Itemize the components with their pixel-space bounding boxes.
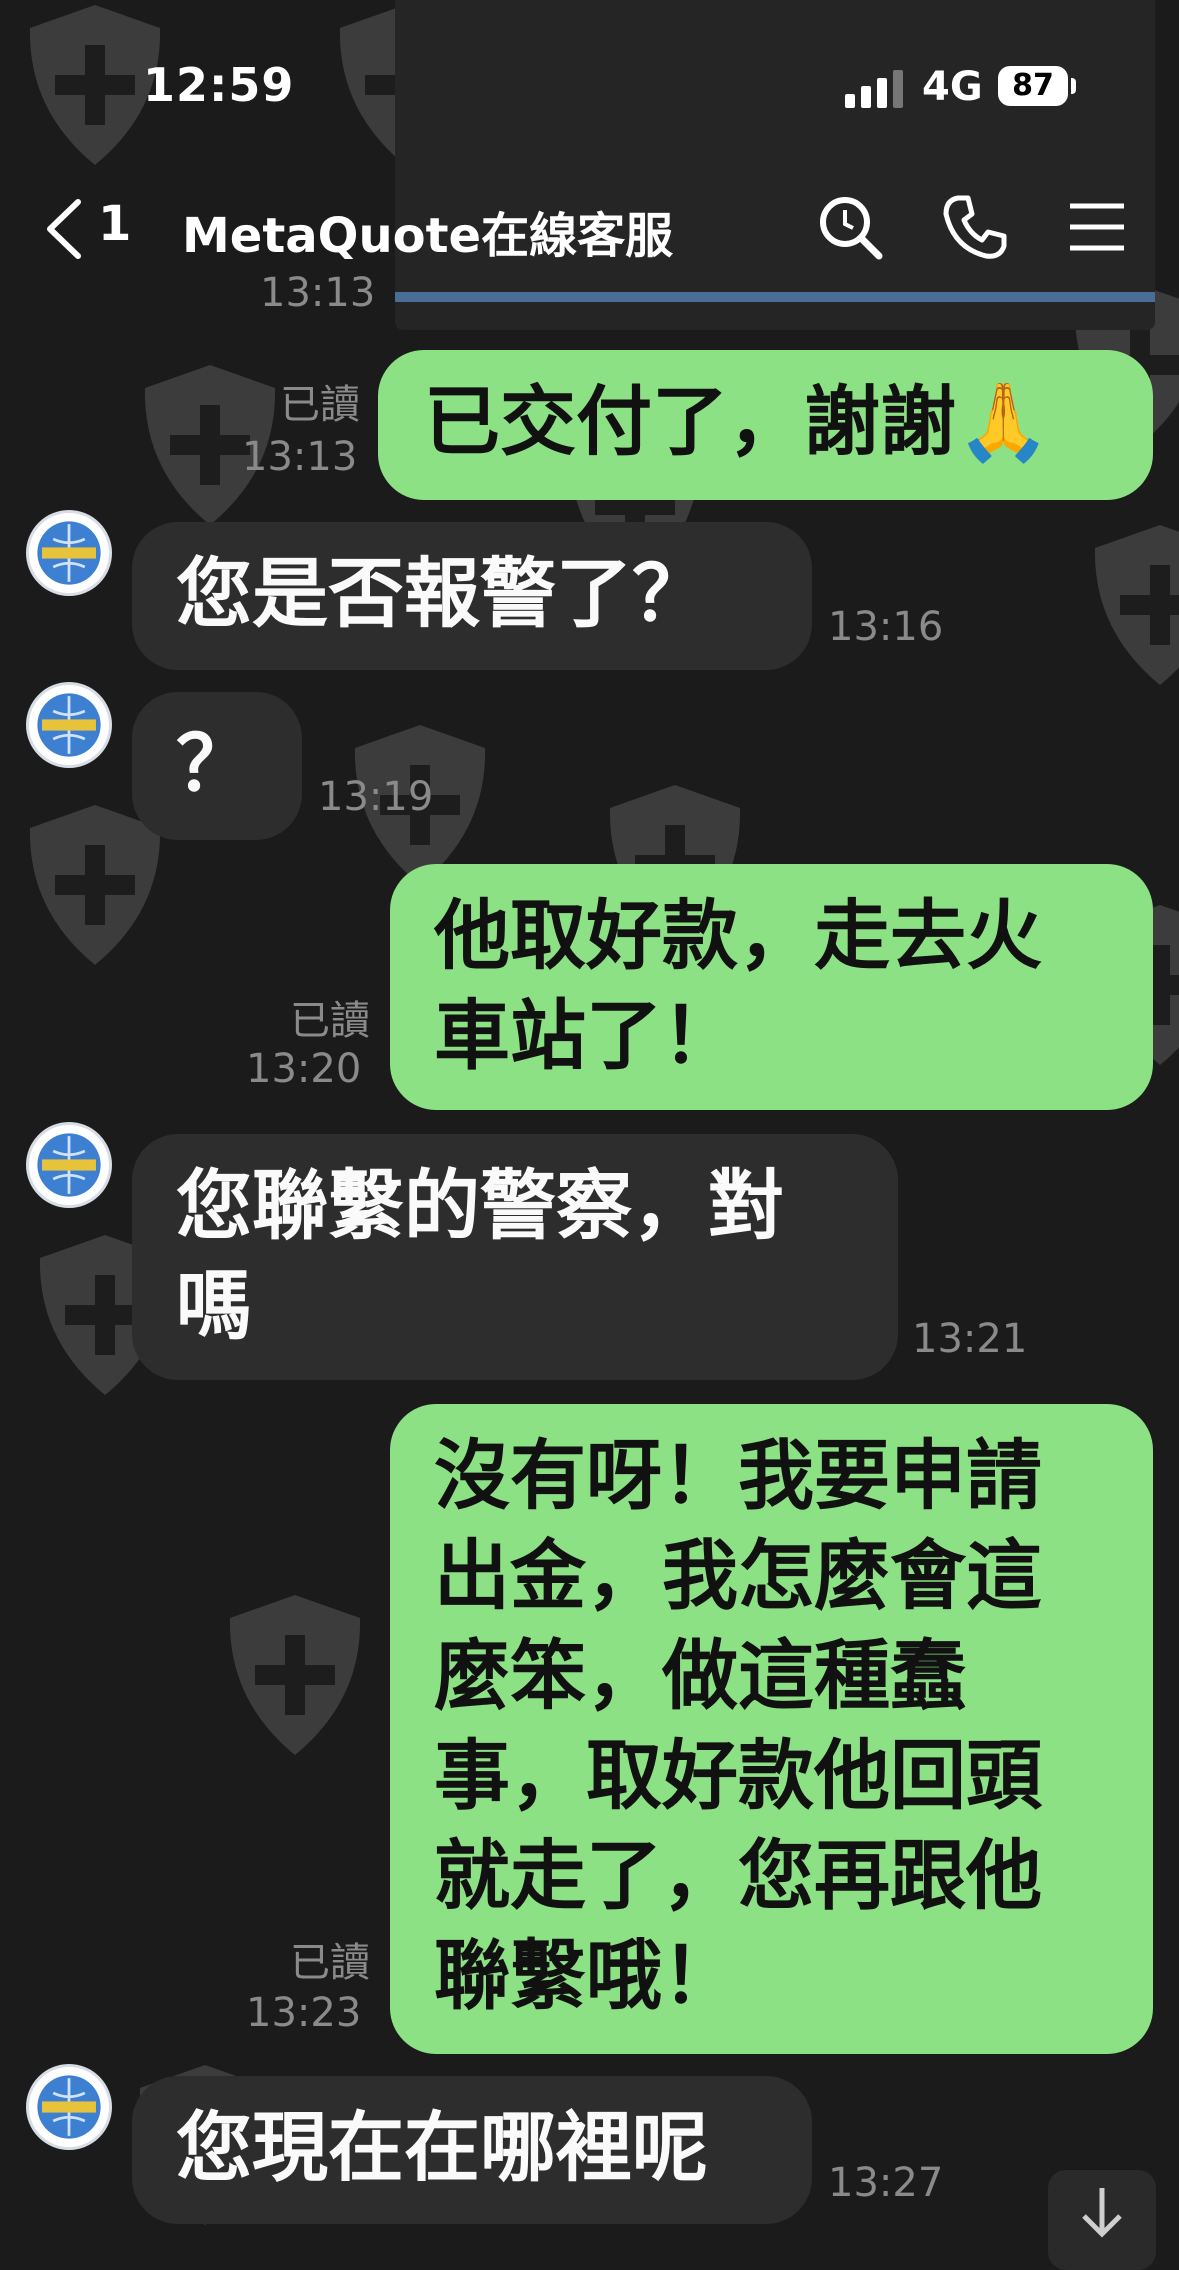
avatar[interactable] [26, 510, 112, 596]
message-time: 13:21 [912, 1316, 1028, 1362]
read-receipt: 已讀 [290, 1940, 370, 1986]
outgoing-message[interactable]: 他取好款，走去火車站了！ [390, 864, 1153, 1110]
read-receipt: 已讀 [290, 998, 370, 1044]
menu-icon[interactable] [1062, 192, 1132, 262]
read-receipt: 已讀 [280, 382, 360, 428]
previous-message-time: 13:13 [260, 270, 376, 316]
previous-image-edge [395, 292, 1155, 302]
battery-icon: 87 [998, 66, 1068, 106]
battery-tip [1071, 78, 1076, 94]
watermark-shield-icon [229, 1595, 361, 1755]
signal-icon [845, 68, 905, 108]
outgoing-message[interactable]: 已交付了，謝謝🙏 [378, 350, 1153, 500]
incoming-message[interactable]: 您現在在哪裡呢 [132, 2076, 812, 2224]
search-icon[interactable] [815, 192, 885, 262]
previous-image-message[interactable] [395, 0, 1155, 330]
incoming-message[interactable]: 您是否報警了？ [132, 522, 812, 670]
incoming-message[interactable]: ？ [132, 692, 302, 840]
back-chevron-icon[interactable] [40, 194, 90, 264]
chat-title: MetaQuote在線客服 [182, 208, 674, 264]
scroll-to-bottom-button[interactable] [1048, 2170, 1156, 2270]
message-time: 13:13 [242, 434, 358, 480]
watermark-shield-icon [1094, 525, 1179, 685]
message-time: 13:16 [828, 604, 944, 650]
message-time: 13:19 [318, 774, 434, 820]
message-time: 13:23 [246, 1990, 362, 2036]
network-type: 4G [922, 64, 983, 110]
avatar[interactable] [26, 2064, 112, 2150]
message-time: 13:27 [828, 2160, 944, 2206]
incoming-message[interactable]: 您聯繫的警察，對嗎 [132, 1134, 898, 1380]
back-unread-count[interactable]: 1 [98, 196, 131, 252]
message-time: 13:20 [246, 1046, 362, 1092]
status-time: 12:59 [143, 58, 295, 112]
phone-icon[interactable] [940, 192, 1010, 262]
avatar[interactable] [26, 682, 112, 768]
outgoing-message[interactable]: 沒有呀！我要申請出金，我怎麼會這麼笨，做這種蠢事，取好款他回頭就走了，您再跟他聯… [390, 1404, 1153, 2054]
arrow-down-icon [1082, 2188, 1122, 2238]
avatar[interactable] [26, 1122, 112, 1208]
